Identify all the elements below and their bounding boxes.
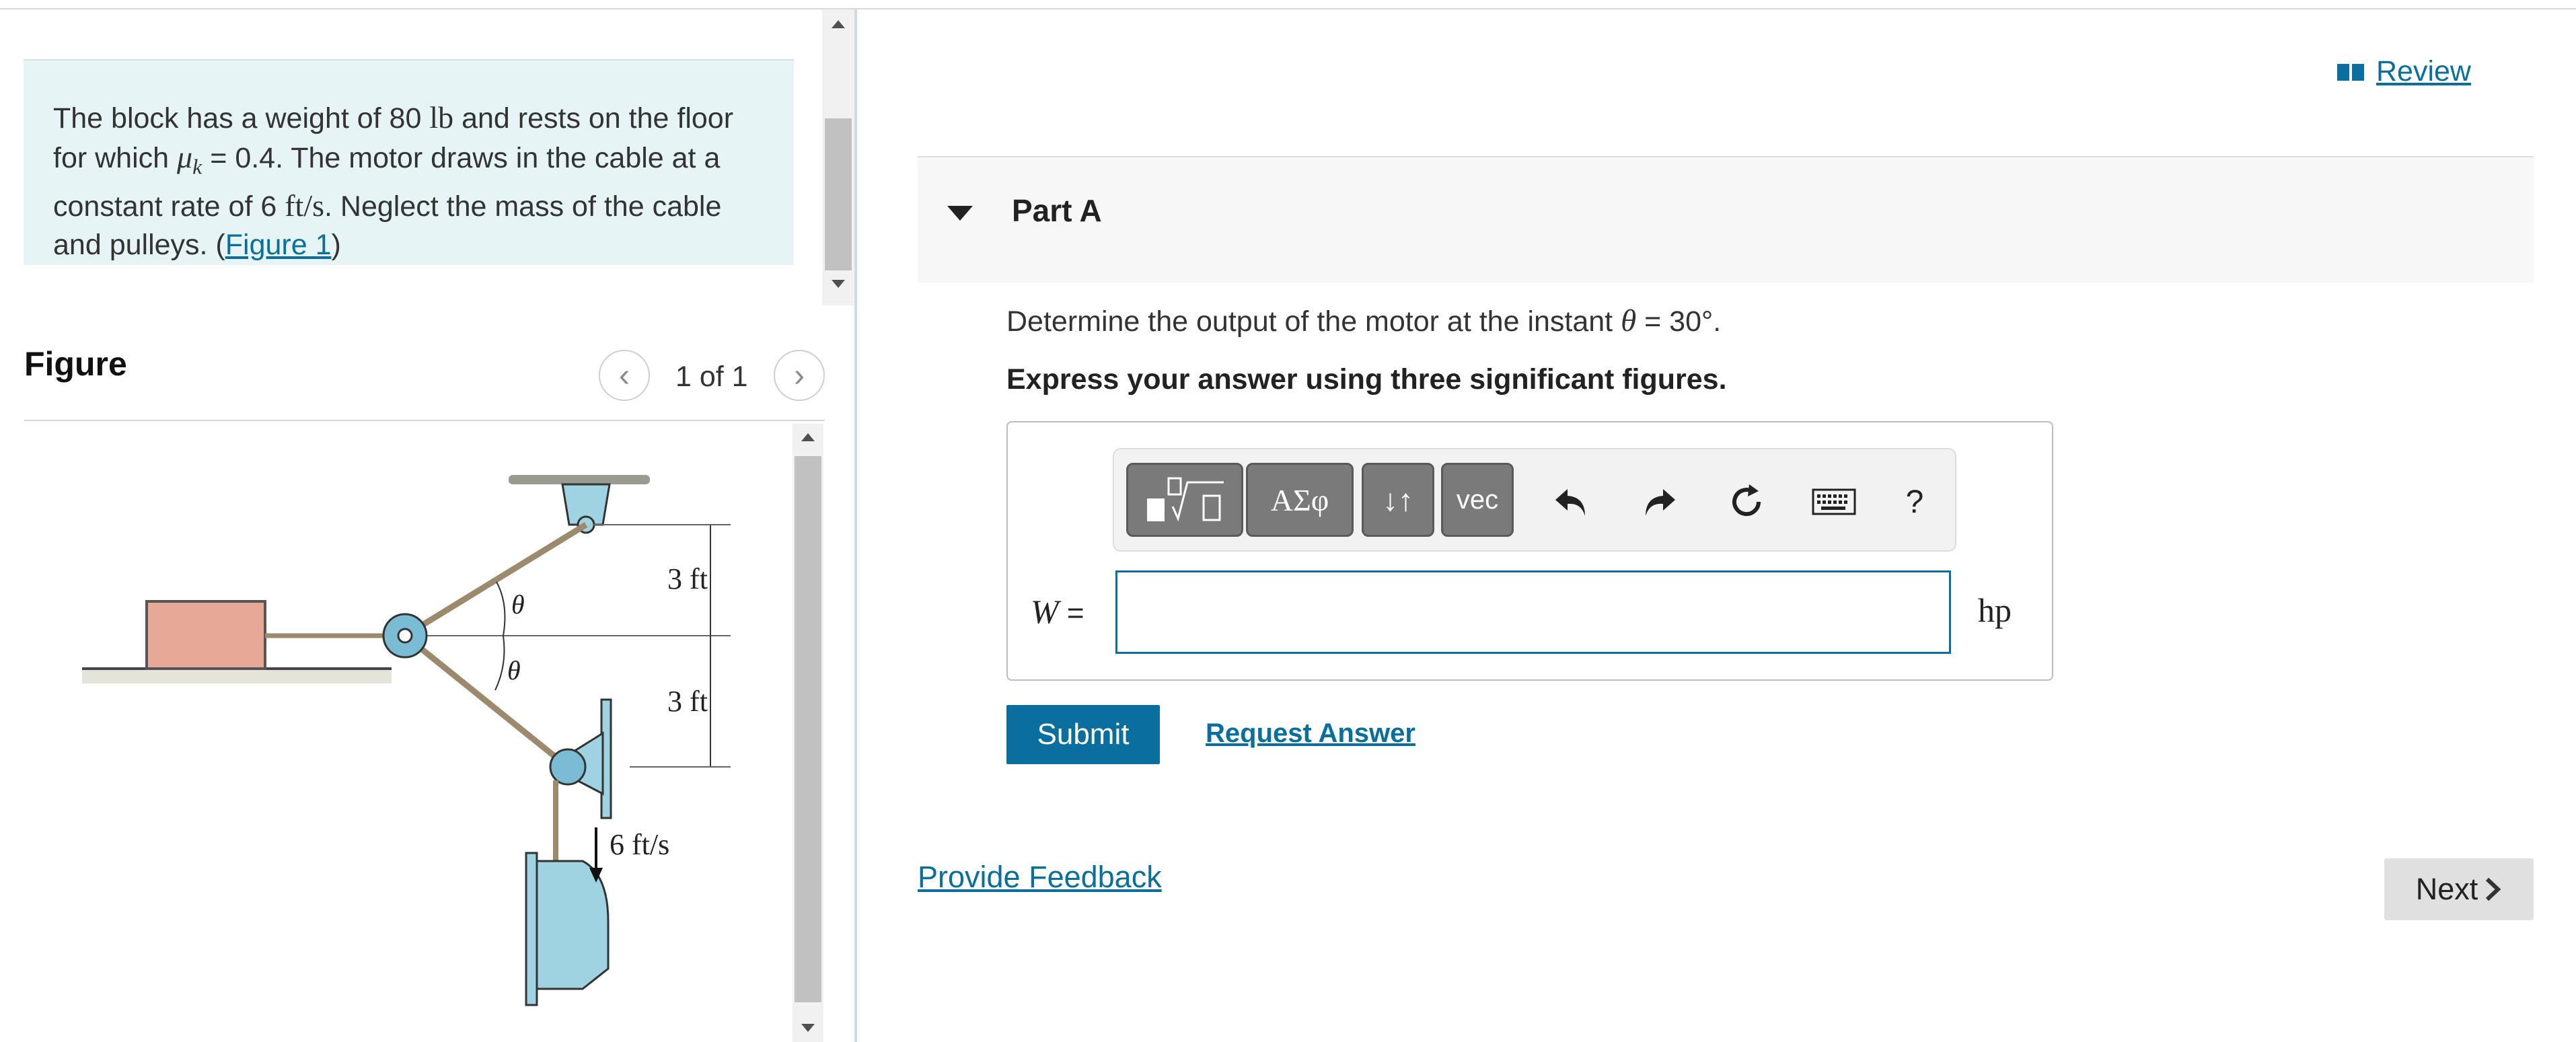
fraction-sqrt-icon (1147, 477, 1224, 522)
figure-link[interactable]: Figure 1 (225, 229, 332, 261)
angle-arc-top (496, 581, 506, 636)
keyboard-icon[interactable] (1807, 475, 1861, 529)
review-link[interactable]: Review (2336, 55, 2471, 88)
scroll-up-icon[interactable] (832, 20, 845, 28)
theta-label-top: θ (511, 589, 525, 620)
question-part: Determine the output of the motor at the… (1006, 305, 1621, 338)
mu-symbol: μ (177, 140, 193, 174)
dimension-label-bottom: 3 ft (667, 685, 708, 718)
question-text: Determine the output of the motor at the… (1006, 303, 1721, 339)
submit-button[interactable]: Submit (1006, 705, 1160, 764)
request-answer-link[interactable]: Request Answer (1206, 718, 1415, 749)
arrows-button[interactable]: ↓↑ (1362, 463, 1434, 537)
weight-unit: lb (429, 100, 454, 135)
problem-text: The block has a weight of 80 (53, 102, 430, 135)
theta-symbol: θ (1621, 303, 1637, 338)
rate-unit: ft/s (285, 188, 324, 223)
answer-unit: hp (1978, 591, 2012, 629)
answer-variable: W (1031, 593, 1059, 630)
motor (536, 860, 610, 990)
answer-container: ΑΣφ ↓↑ vec ? W = hp (1006, 421, 2053, 681)
pane-divider[interactable] (854, 9, 857, 1042)
figure-image: 3 ft 3 ft θ θ 6 ft/s (82, 475, 731, 1006)
help-label: ? (1905, 484, 1924, 520)
greek-symbols-button[interactable]: ΑΣφ (1246, 463, 1354, 537)
arrows-label: ↓↑ (1383, 482, 1413, 517)
scroll-down-icon[interactable] (801, 1024, 815, 1032)
math-toolbar: ΑΣφ ↓↑ vec ? (1113, 448, 1956, 552)
vec-label: vec (1456, 484, 1499, 515)
floor (82, 669, 392, 683)
vector-button[interactable]: vec (1441, 463, 1514, 537)
dimension-label-top: 3 ft (667, 562, 708, 595)
chevron-right-icon (2486, 877, 2501, 901)
lower-pulley (549, 748, 587, 786)
question-part: = 30°. (1636, 305, 1722, 338)
book-icon (2337, 63, 2364, 81)
reset-icon[interactable] (1720, 475, 1773, 529)
instruction-text: Express your answer using three signific… (1006, 363, 1727, 396)
ceiling (509, 475, 650, 484)
top-border (0, 0, 2576, 9)
part-title: Part A (1012, 193, 1102, 228)
problem-scrollbar[interactable] (822, 9, 854, 305)
mu-subscript: k (192, 154, 203, 179)
scrollbar-thumb[interactable] (825, 118, 852, 270)
angle-arc-bottom (494, 635, 505, 691)
next-figure-button[interactable]: › (774, 350, 825, 401)
scroll-up-icon[interactable] (801, 433, 815, 441)
scroll-down-icon[interactable] (832, 280, 845, 288)
scrollbar-thumb[interactable] (795, 456, 821, 1002)
help-button[interactable]: ? (1888, 475, 1942, 529)
cable-lower (403, 633, 570, 770)
theta-label-bottom: θ (507, 655, 521, 685)
review-label: Review (2376, 55, 2471, 87)
next-label: Next (2415, 872, 2478, 906)
provide-feedback-link[interactable]: Provide Feedback (918, 860, 1162, 895)
chevron-right-icon: › (794, 357, 805, 394)
prev-figure-button[interactable]: ‹ (599, 350, 650, 401)
problem-statement: The block has a weight of 80 lb and rest… (24, 59, 794, 265)
figure-page-count: 1 of 1 (675, 361, 748, 393)
collapse-caret-icon[interactable] (947, 206, 973, 221)
cable-upper (403, 522, 588, 638)
moving-pulley-hub (397, 628, 413, 644)
redo-icon[interactable] (1632, 475, 1686, 529)
equals-sign: = (1058, 597, 1084, 630)
block (145, 600, 266, 670)
problem-text: ) (331, 228, 341, 261)
velocity-label: 6 ft/s (610, 828, 669, 861)
templates-button[interactable] (1126, 463, 1243, 537)
motor-wall (525, 852, 538, 1006)
answer-input[interactable] (1115, 570, 1951, 654)
answer-label: W = (1031, 592, 1084, 631)
greek-label: ΑΣφ (1270, 482, 1329, 517)
chevron-left-icon: ‹ (619, 357, 630, 394)
figure-divider (24, 420, 825, 421)
figure-title: Figure (24, 345, 127, 383)
undo-icon[interactable] (1545, 475, 1598, 529)
figure-scrollbar[interactable] (793, 424, 823, 1042)
next-button[interactable]: Next (2384, 858, 2534, 920)
part-a-header[interactable]: Part A (918, 156, 2534, 283)
